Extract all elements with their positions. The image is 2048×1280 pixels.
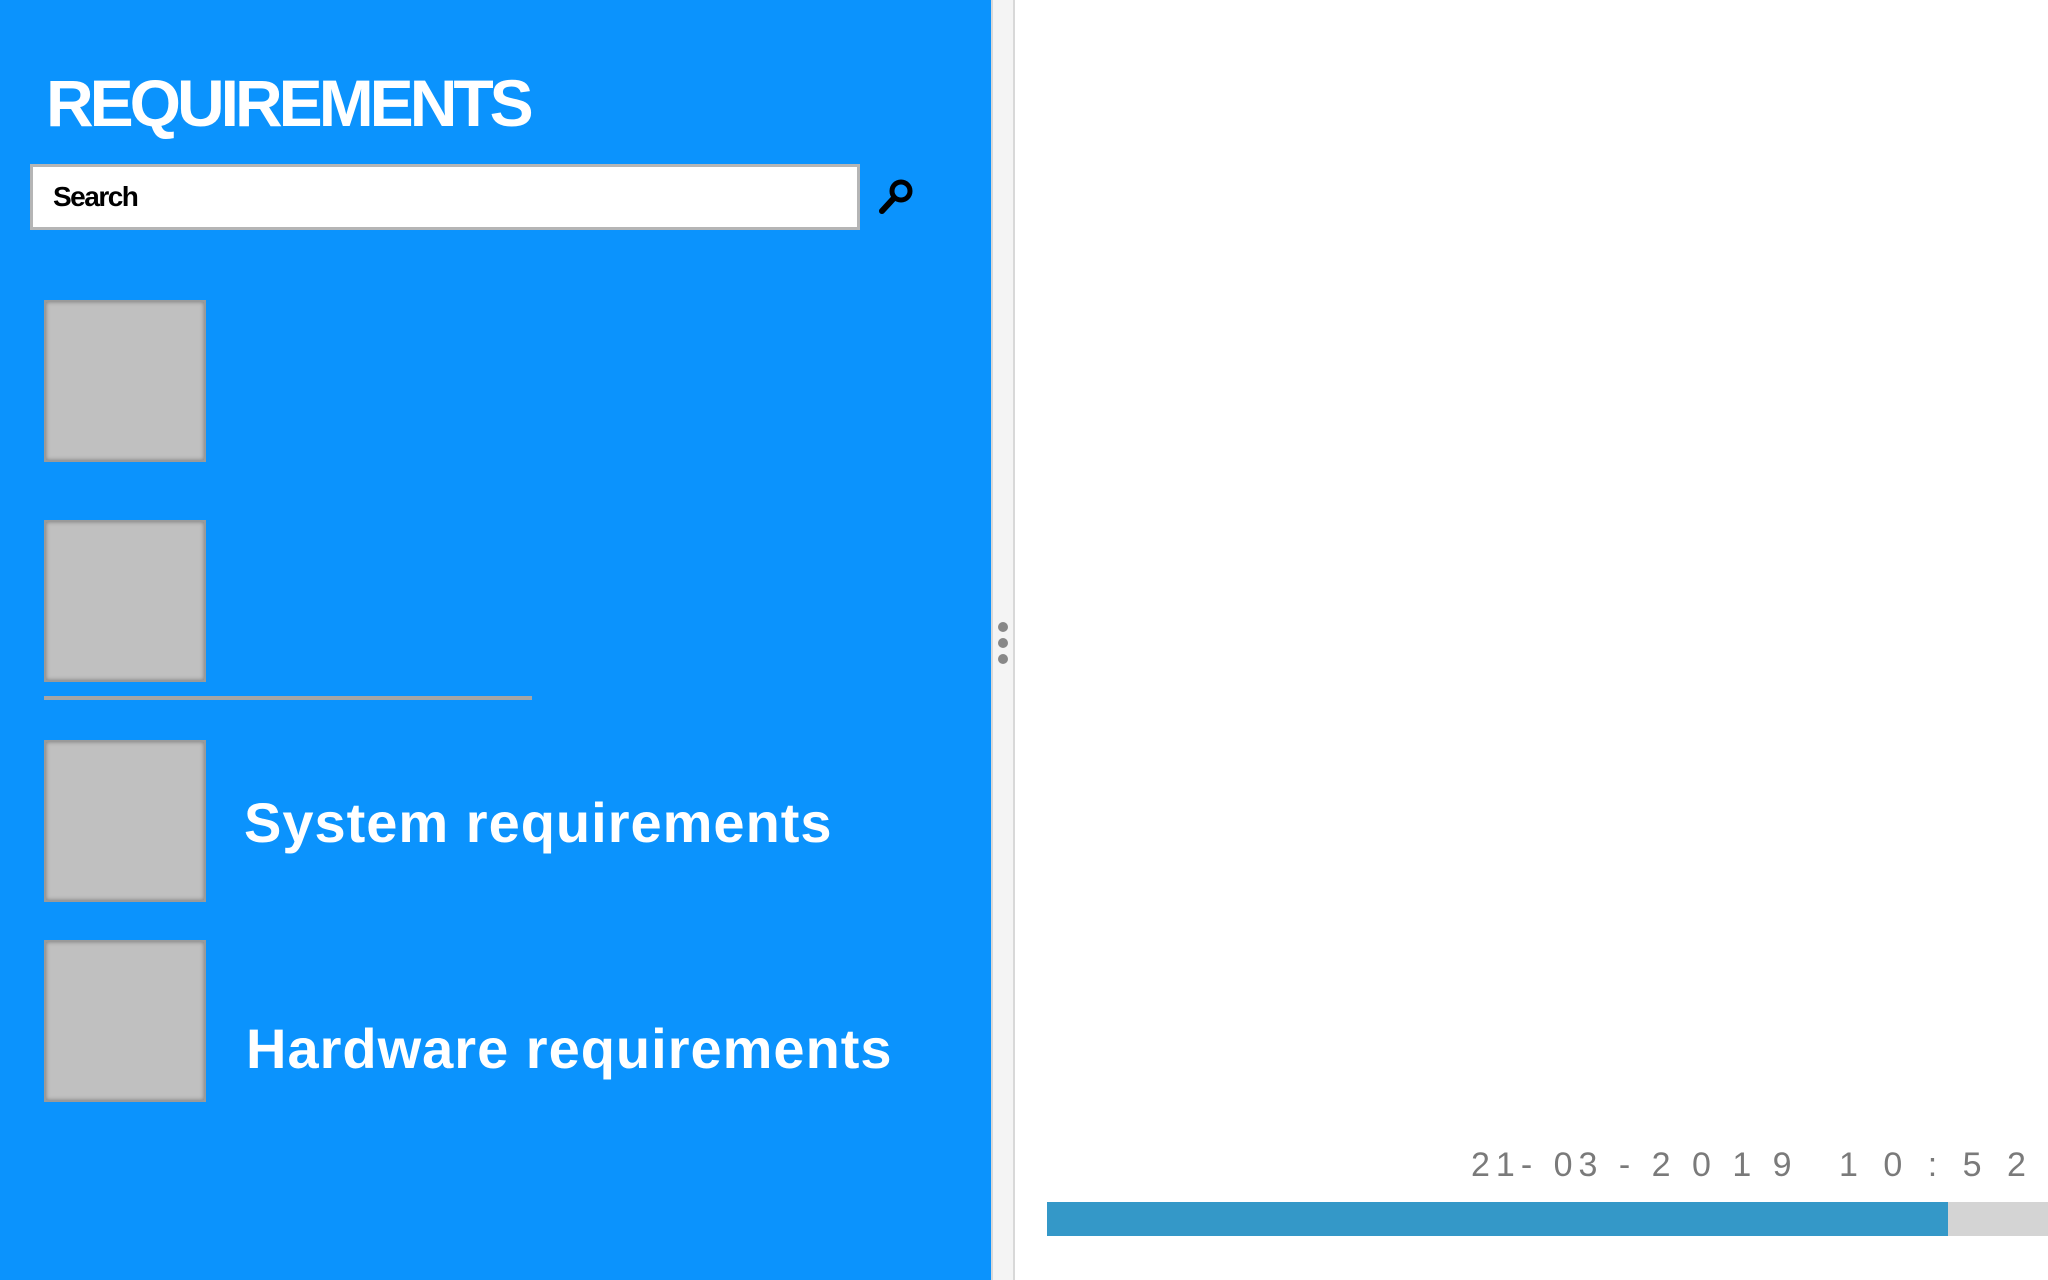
content-panel: 21- 03 - 2 0 1 9 1 0 : 5 2	[1015, 0, 2048, 1280]
panel-splitter[interactable]	[991, 0, 1015, 1280]
sidebar-title: REQUIREMENTS	[46, 66, 534, 140]
search-button[interactable]	[876, 176, 918, 218]
section-divider	[44, 696, 532, 700]
progress-bar	[1047, 1202, 2048, 1236]
progress-bar-fill	[1047, 1202, 1948, 1236]
requirement-label: Hardware requirements	[246, 1017, 893, 1080]
search-input[interactable]	[33, 167, 857, 227]
requirement-thumbnail	[44, 300, 206, 462]
requirement-thumbnail	[44, 940, 206, 1102]
requirement-thumbnail	[44, 520, 206, 682]
requirement-item-2[interactable]	[0, 520, 991, 682]
requirement-label: System requirements	[244, 791, 833, 854]
requirement-item-hardware[interactable]: Hardware requirements	[0, 940, 991, 1102]
time-readout: 1 0 : 5 2	[1839, 1146, 2034, 1184]
app-window: REQUIREMENTS System requirements Hardwar…	[0, 0, 2048, 1280]
sidebar: REQUIREMENTS System requirements Hardwar…	[0, 0, 991, 1280]
search-box	[30, 164, 860, 230]
requirement-item-1[interactable]	[0, 300, 991, 462]
drag-handle-icon	[998, 622, 1008, 670]
requirement-thumbnail	[44, 740, 206, 902]
date-readout: 21- 03 - 2 0 1 9	[1471, 1146, 1798, 1184]
search-icon	[879, 179, 913, 214]
requirement-item-system[interactable]: System requirements	[0, 740, 991, 902]
